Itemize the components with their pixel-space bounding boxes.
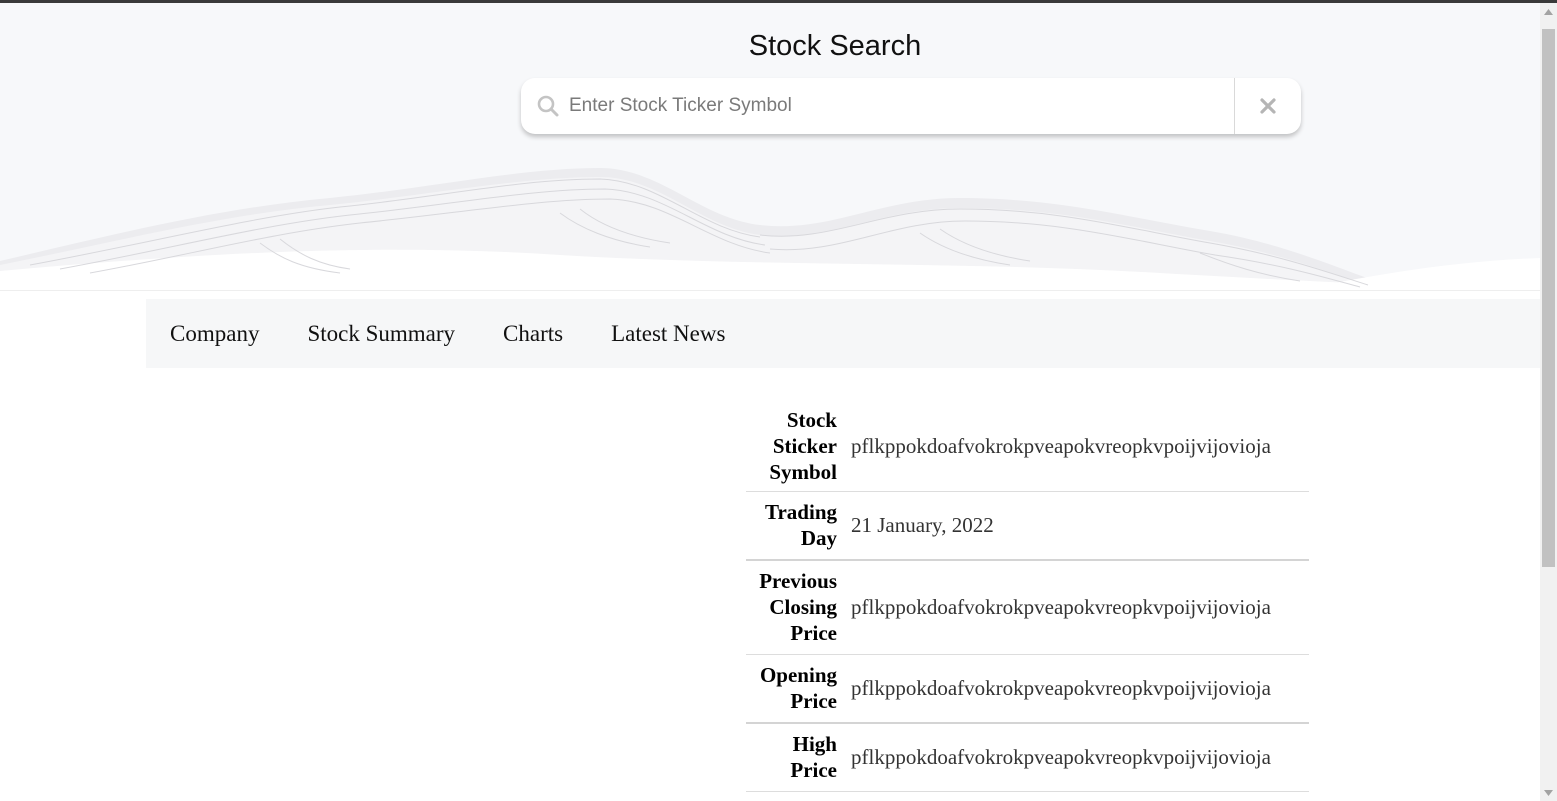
- label-line: Sticker: [772, 434, 837, 459]
- scroll-up-arrow-icon[interactable]: [1540, 3, 1557, 20]
- search-input[interactable]: [569, 78, 1229, 134]
- scroll-down-arrow-icon[interactable]: [1540, 784, 1557, 801]
- row-label: Stock Sticker Symbol: [746, 402, 844, 492]
- row-label: High Price: [746, 723, 844, 792]
- label-line: Price: [790, 689, 837, 714]
- label-line: Price: [790, 758, 837, 783]
- search-icon: [521, 78, 569, 134]
- clear-search-button[interactable]: [1235, 78, 1301, 134]
- table-row: Stock Sticker Symbol pflkppokdoafvokrokp…: [746, 402, 1309, 492]
- label-line: Opening: [759, 663, 837, 688]
- tab-bar: Company Stock Summary Charts Latest News: [146, 299, 1540, 368]
- tab-company[interactable]: Company: [170, 321, 259, 347]
- label-line: Stock: [786, 408, 837, 433]
- tab-latest-news[interactable]: Latest News: [611, 321, 725, 347]
- table-row: Trading Day 21 January, 2022: [746, 491, 1309, 561]
- previous-closing-price-value: pflkppokdoafvokrokpveapokvreopkvpoijvijo…: [844, 560, 1309, 655]
- tab-charts[interactable]: Charts: [503, 321, 563, 347]
- label-line: High: [792, 732, 837, 757]
- opening-price-value: pflkppokdoafvokrokpveapokvreopkvpoijvijo…: [844, 654, 1309, 724]
- row-label: Trading Day: [746, 491, 844, 561]
- label-line: Symbol: [769, 460, 837, 485]
- label-line: Previous: [759, 569, 837, 594]
- tab-stock-summary[interactable]: Stock Summary: [307, 321, 455, 347]
- row-label: Previous Closing Price: [746, 560, 844, 655]
- table-row: High Price pflkppokdoafvokrokpveapokvreo…: [746, 723, 1309, 792]
- header-divider: [0, 290, 1540, 291]
- scrollbar-thumb[interactable]: [1542, 29, 1555, 567]
- label-line: Day: [800, 526, 837, 551]
- close-icon: [1260, 98, 1276, 114]
- page-title: Stock Search: [748, 30, 922, 62]
- high-price-value: pflkppokdoafvokrokpveapokvreopkvpoijvijo…: [844, 723, 1309, 792]
- table-row: Opening Price pflkppokdoafvokrokpveapokv…: [746, 654, 1309, 724]
- label-line: Trading: [765, 500, 837, 525]
- label-line: Price: [790, 621, 837, 646]
- table-row: Previous Closing Price pflkppokdoafvokro…: [746, 560, 1309, 655]
- stock-summary-table: Stock Sticker Symbol pflkppokdoafvokrokp…: [746, 402, 1309, 792]
- trading-day-value: 21 January, 2022: [844, 491, 1309, 561]
- stock-symbol-value: pflkppokdoafvokrokpveapokvreopkvpoijvijo…: [844, 402, 1309, 492]
- row-label: Opening Price: [746, 654, 844, 724]
- search-bar: [521, 78, 1301, 134]
- label-line: Closing: [769, 595, 837, 620]
- vertical-scrollbar[interactable]: [1540, 3, 1557, 801]
